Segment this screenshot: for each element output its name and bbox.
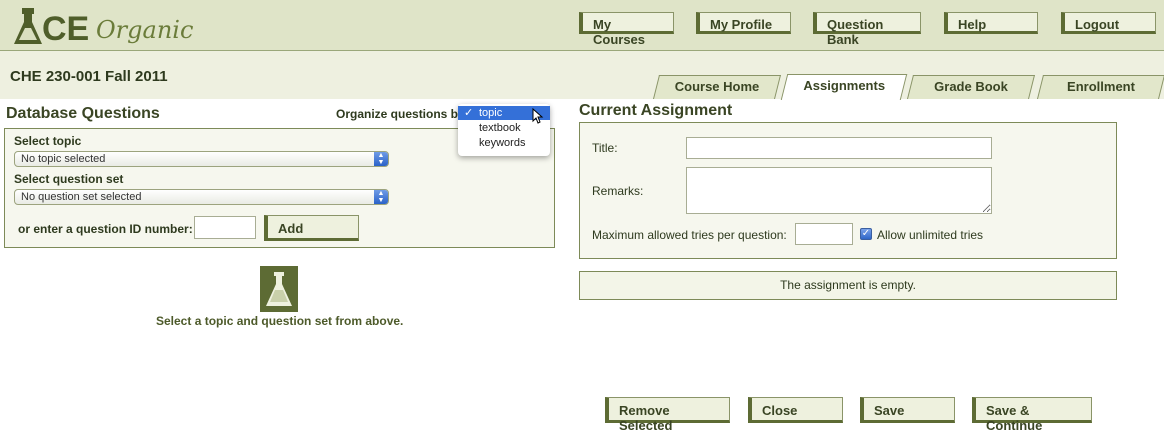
mouse-cursor-icon: [532, 108, 544, 124]
add-button[interactable]: Add: [264, 215, 359, 241]
tab-assignments[interactable]: Assignments: [780, 74, 908, 100]
remove-selected-button[interactable]: Remove Selected: [605, 397, 730, 433]
select-arrows-icon: ▲ ▼: [374, 190, 388, 204]
select-arrows-icon: ▲ ▼: [374, 152, 388, 166]
svg-text:CE: CE: [42, 10, 89, 48]
checkmark-icon: ✓: [861, 228, 871, 239]
nav-my-profile[interactable]: My Profile: [696, 12, 791, 34]
close-button[interactable]: Close: [748, 397, 843, 423]
tab-label: Enrollment: [1067, 79, 1135, 94]
nav-question-bank[interactable]: Question Bank: [813, 12, 921, 47]
tab-label: Grade Book: [934, 79, 1008, 94]
max-tries-input[interactable]: [795, 223, 853, 245]
nav-label: Logout: [1075, 17, 1120, 32]
course-title: CHE 230-001 Fall 2011: [10, 68, 168, 85]
organize-option-keywords[interactable]: keywords: [458, 136, 550, 150]
topic-select-value: No topic selected: [21, 153, 106, 165]
organize-label: Organize questions by: [336, 107, 465, 121]
button-label: Save & Continue: [986, 403, 1043, 433]
button-label: Save: [874, 403, 905, 418]
nav-my-courses[interactable]: My Courses: [579, 12, 674, 47]
remarks-label: Remarks:: [592, 184, 644, 198]
save-and-continue-button[interactable]: Save & Continue: [972, 397, 1092, 433]
save-button[interactable]: Save: [860, 397, 955, 423]
current-assignment-heading: Current Assignment: [579, 102, 733, 119]
database-questions-heading: Database Questions: [6, 105, 160, 122]
checkmark-icon: ✓: [464, 107, 474, 119]
svg-text:Organic: Organic: [96, 16, 193, 44]
nav-label: My Profile: [710, 17, 773, 32]
option-label: textbook: [479, 122, 521, 134]
select-set-label: Select question set: [14, 172, 124, 186]
nav-label: Help: [958, 17, 987, 32]
option-label: topic: [479, 107, 503, 119]
button-label: Remove Selected: [619, 403, 673, 433]
tab-grade-book[interactable]: Grade Book: [907, 75, 1035, 99]
button-label: Close: [762, 403, 798, 418]
max-tries-label: Maximum allowed tries per question:: [592, 228, 787, 242]
question-id-input[interactable]: [194, 216, 256, 239]
ace-organic-logo[interactable]: CE Organic: [14, 4, 194, 48]
question-set-select[interactable]: No question set selected ▲ ▼: [14, 189, 389, 205]
unlimited-tries-checkbox[interactable]: ✓: [860, 228, 872, 240]
option-label: keywords: [479, 137, 526, 149]
remarks-textarea[interactable]: [686, 167, 992, 214]
add-label: Add: [278, 221, 304, 236]
tab-label: Course Home: [674, 79, 760, 94]
select-topic-label: Select topic: [14, 134, 82, 148]
unlimited-tries-label: Allow unlimited tries: [877, 228, 984, 242]
nav-label: My Courses: [593, 17, 646, 47]
nav-help[interactable]: Help: [944, 12, 1038, 34]
tab-enrollment[interactable]: Enrollment: [1037, 75, 1164, 99]
flask-icon: [260, 266, 298, 312]
title-input[interactable]: [686, 137, 992, 159]
empty-assignment-message: The assignment is empty.: [780, 278, 916, 292]
title-label: Title:: [592, 141, 618, 155]
question-set-value: No question set selected: [21, 191, 142, 203]
select-hint: Select a topic and question set from abo…: [156, 314, 404, 328]
tab-label: Assignments: [803, 78, 886, 93]
tab-course-home[interactable]: Course Home: [653, 75, 781, 99]
question-id-label: or enter a question ID number:: [18, 222, 193, 236]
topic-select[interactable]: No topic selected ▲ ▼: [14, 151, 389, 167]
nav-logout[interactable]: Logout: [1061, 12, 1156, 34]
